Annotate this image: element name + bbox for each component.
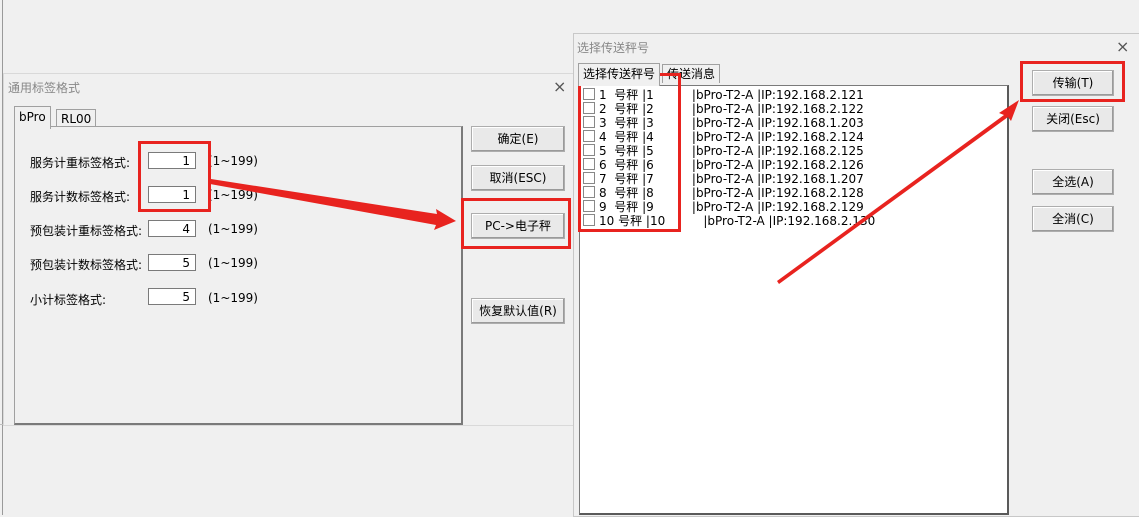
tab-bpro[interactable]: bPro xyxy=(14,106,51,129)
annotation-arrows xyxy=(210,100,1019,284)
tab-select-scale[interactable]: 选择传送秤号 xyxy=(578,63,661,86)
arrow-to-transfer-button xyxy=(777,100,1019,284)
arrow-to-pc-button xyxy=(210,179,456,230)
